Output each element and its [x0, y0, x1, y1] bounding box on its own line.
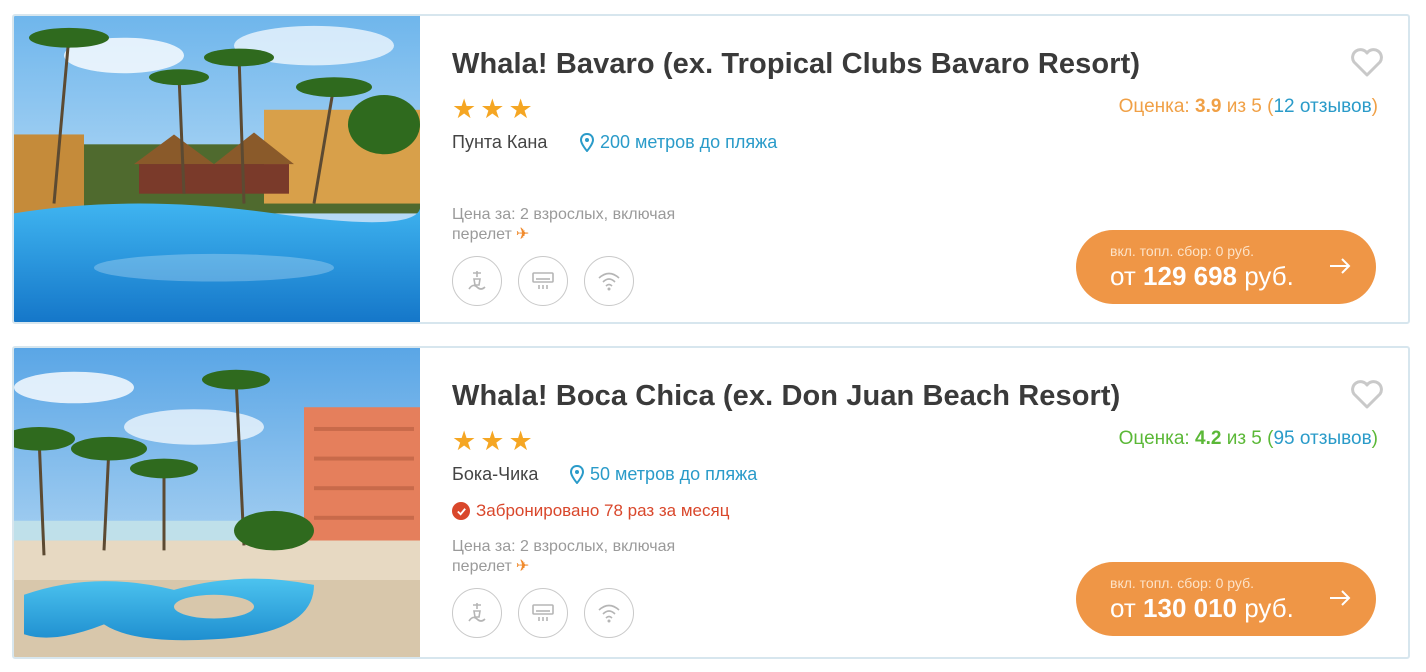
beach-distance-text: 200 метров до пляжа	[600, 132, 778, 152]
price-note: Цена за: 2 взрослых, включая перелет ✈	[452, 205, 732, 245]
booking-popularity: Забронировано 78 раз за месяц	[452, 501, 729, 521]
map-pin-icon	[580, 133, 594, 152]
price-note-line: Цена за: 2 взрослых, включая	[452, 206, 676, 223]
beach-shower-icon[interactable]	[452, 256, 502, 306]
price-note: Цена за: 2 взрослых, включая перелет ✈	[452, 537, 732, 577]
beach-resort-image	[14, 348, 420, 657]
map-pin-icon	[570, 465, 584, 484]
beach-distance-text: 50 метров до пляжа	[590, 464, 758, 484]
air-conditioner-icon[interactable]	[518, 588, 568, 638]
price-button[interactable]: вкл. топл. сбор: 0 руб. от 129 698 руб.	[1076, 230, 1376, 304]
favorite-heart-icon[interactable]	[1350, 48, 1384, 78]
amenities	[452, 256, 634, 306]
price-button[interactable]: вкл. топл. сбор: 0 руб. от 130 010 руб.	[1076, 562, 1376, 636]
pool-resort-image	[14, 16, 420, 322]
air-conditioner-icon[interactable]	[518, 256, 568, 306]
airplane-icon: ✈	[515, 558, 530, 575]
reviews-link[interactable]: 12 отзывов	[1273, 96, 1371, 117]
star-icon: ★	[452, 94, 477, 124]
price-value: от 130 010 руб.	[1110, 593, 1294, 624]
price-prefix: от	[1110, 261, 1136, 291]
price-amount: 130 010	[1143, 593, 1238, 623]
price-note-line: Цена за: 2 взрослых, включая	[452, 538, 676, 555]
rating-label: Оценка:	[1118, 428, 1190, 449]
price-amount: 129 698	[1143, 261, 1238, 291]
price-prefix: от	[1110, 593, 1136, 623]
price-note-flight: перелет	[452, 226, 512, 243]
favorite-heart-icon[interactable]	[1350, 380, 1384, 410]
hotel-photo[interactable]	[14, 348, 420, 657]
rating-value: 4.2	[1195, 428, 1222, 449]
hotel-card[interactable]: Whala! Boca Chica (ex. Don Juan Beach Re…	[12, 346, 1410, 659]
price-value: от 129 698 руб.	[1110, 261, 1294, 292]
airplane-icon: ✈	[515, 226, 530, 243]
hotel-card[interactable]: Whala! Bavaro (ex. Tropical Clubs Bavaro…	[12, 14, 1410, 324]
hotel-stars: ★ ★ ★	[452, 428, 533, 455]
hotel-name[interactable]: Whala! Boca Chica (ex. Don Juan Beach Re…	[452, 380, 1120, 413]
star-icon: ★	[480, 94, 505, 124]
beach-distance[interactable]: 50 метров до пляжа	[570, 464, 757, 485]
price-note-flight: перелет	[452, 558, 512, 575]
star-icon: ★	[480, 426, 505, 456]
star-icon: ★	[508, 426, 533, 456]
booking-text: Забронировано 78 раз за месяц	[476, 501, 730, 520]
hotel-city: Бока-Чика	[452, 464, 539, 484]
price-currency: руб.	[1244, 593, 1294, 623]
hotel-name[interactable]: Whala! Bavaro (ex. Tropical Clubs Bavaro…	[452, 48, 1140, 81]
check-circle-icon	[452, 502, 470, 520]
price-currency: руб.	[1244, 261, 1294, 291]
wifi-icon[interactable]	[584, 588, 634, 638]
hotel-rating: Оценка: 3.9 из 5 (12 отзывов)	[1118, 96, 1378, 117]
fuel-fee: вкл. топл. сбор: 0 руб.	[1110, 243, 1254, 259]
hotel-city: Пунта Кана	[452, 132, 548, 152]
star-icon: ★	[508, 94, 533, 124]
reviews-link[interactable]: 95 отзывов	[1273, 428, 1371, 449]
amenities	[452, 588, 634, 638]
rating-label: Оценка:	[1118, 96, 1190, 117]
beach-distance[interactable]: 200 метров до пляжа	[580, 132, 777, 153]
rating-scale: из 5	[1226, 428, 1262, 449]
hotel-photo[interactable]	[14, 16, 420, 322]
arrow-right-icon	[1330, 258, 1351, 274]
rating-scale: из 5	[1226, 96, 1262, 117]
hotel-rating: Оценка: 4.2 из 5 (95 отзывов)	[1118, 428, 1378, 449]
fuel-fee: вкл. топл. сбор: 0 руб.	[1110, 575, 1254, 591]
rating-value: 3.9	[1195, 96, 1222, 117]
wifi-icon[interactable]	[584, 256, 634, 306]
beach-shower-icon[interactable]	[452, 588, 502, 638]
arrow-right-icon	[1330, 590, 1351, 606]
hotel-stars: ★ ★ ★	[452, 96, 533, 123]
star-icon: ★	[452, 426, 477, 456]
